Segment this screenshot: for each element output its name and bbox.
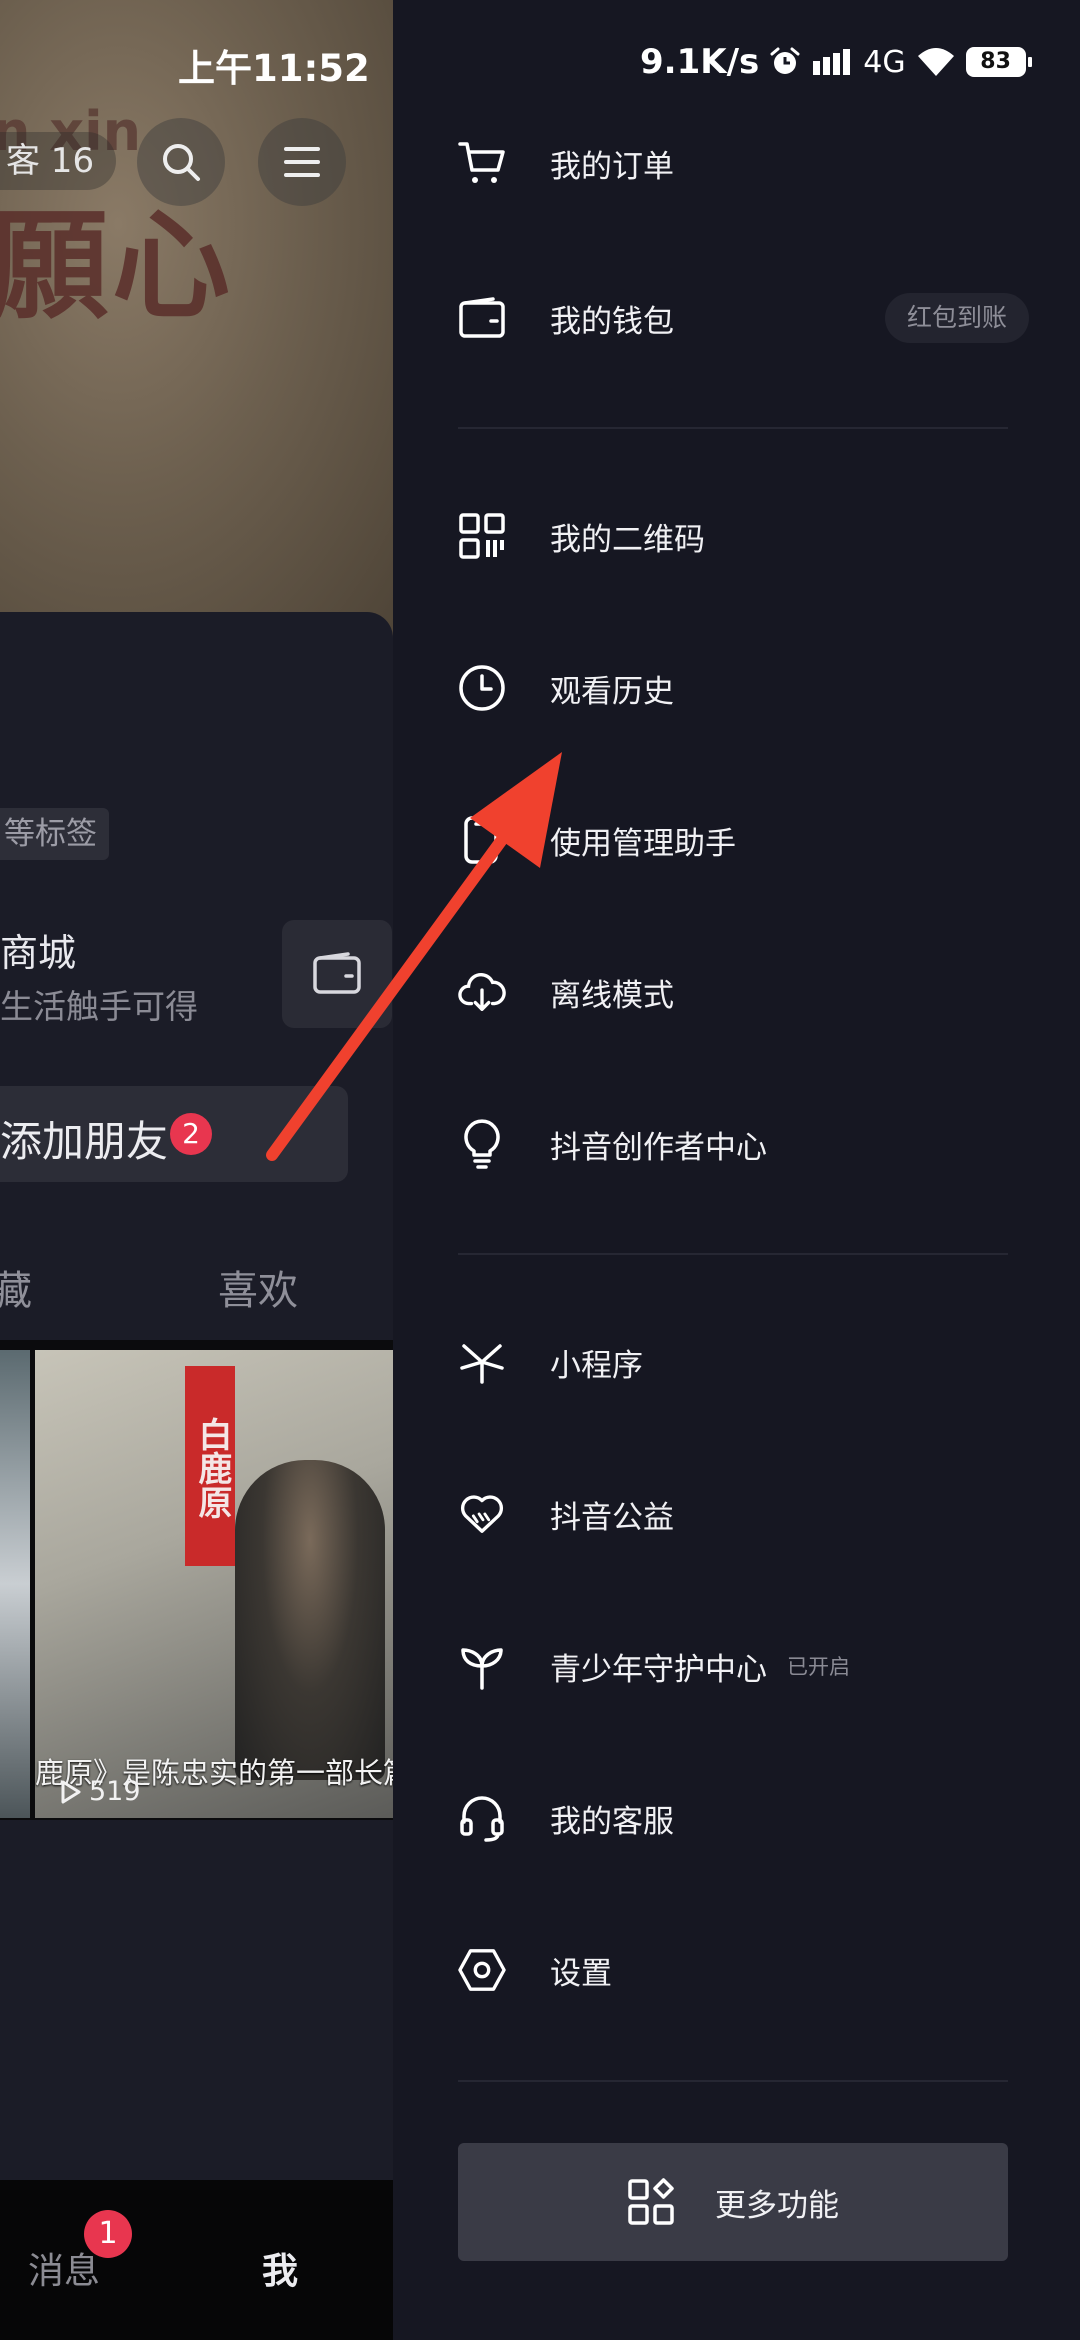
messages-badge: 1	[84, 2210, 132, 2258]
mini-program-icon	[458, 1338, 506, 1386]
wallet-icon	[458, 294, 506, 342]
wifi-icon	[917, 48, 954, 76]
lightbulb-icon	[458, 1119, 506, 1169]
menu-label: 青少年守护中心	[550, 1651, 767, 1688]
menu-label: 设置	[550, 1955, 612, 1992]
add-friend-label: 添加朋友	[0, 1117, 169, 1166]
video-thumbnail[interactable]: 白鹿原 鹿原》是陈忠实的第一部长篇 519	[35, 1350, 393, 1818]
network-type: 4G	[863, 44, 906, 80]
search-button[interactable]	[137, 118, 225, 206]
menu-label: 我的订单	[550, 148, 674, 185]
menu-item-settings[interactable]: 设置	[458, 1920, 1058, 2020]
menu-item-watch-history[interactable]: 观看历史	[458, 638, 1058, 738]
menu-label: 使用管理助手	[550, 825, 736, 862]
qrcode-icon	[458, 512, 506, 560]
play-count: 519	[55, 1776, 141, 1807]
battery-indicator: 83	[965, 47, 1032, 77]
menu-label: 我的二维码	[550, 521, 705, 558]
phone-manager-icon	[458, 816, 506, 864]
nav-me[interactable]: 我	[262, 2242, 298, 2294]
mall-title[interactable]: 商城	[0, 922, 76, 977]
profile-cover-image: n xin 願心 客 16	[0, 0, 393, 640]
cart-icon	[458, 139, 506, 187]
menu-label: 观看历史	[550, 673, 674, 710]
wallet-red-packet-pill[interactable]: 红包到账	[885, 293, 1030, 343]
menu-item-charity[interactable]: 抖音公益	[458, 1464, 1058, 1564]
network-speed: 9.1K/s	[640, 42, 760, 82]
side-drawer: 我的订单 我的钱包 红包到账 我的二维码 观看历史 使用管理助手 离线模式 抖音…	[393, 0, 1080, 2340]
menu-item-youth-protection[interactable]: 青少年守护中心 已开启	[458, 1616, 1058, 1716]
menu-label: 小程序	[550, 1347, 643, 1384]
tab-likes[interactable]: 喜欢	[218, 1258, 298, 1316]
tab-favorites[interactable]: 藏	[0, 1258, 32, 1316]
alarm-icon	[770, 47, 800, 74]
menu-item-mini-programs[interactable]: 小程序	[458, 1312, 1058, 1412]
menu-label: 我的钱包	[550, 303, 674, 340]
status-bar-right: 9.1K/s 4G 83	[640, 38, 1032, 86]
video-thumbnail[interactable]	[0, 1350, 30, 1818]
menu-item-creator-center[interactable]: 抖音创作者中心	[458, 1094, 1058, 1194]
tag-chip[interactable]: 等标签	[0, 808, 109, 860]
heart-hands-icon	[458, 1490, 506, 1538]
signal-icon	[813, 49, 851, 75]
menu-label: 我的客服	[550, 1803, 674, 1840]
play-count-value: 519	[89, 1776, 141, 1807]
grid-apps-icon	[628, 2178, 674, 2225]
add-friend-badge: 2	[170, 1113, 212, 1155]
video-grid: 白鹿原 鹿原》是陈忠实的第一部长篇 519	[0, 1340, 393, 1820]
menu-item-usage-manager[interactable]: 使用管理助手	[458, 790, 1058, 890]
portrait-figure	[235, 1460, 385, 1780]
menu-item-customer-service[interactable]: 我的客服	[458, 1768, 1058, 1868]
cloud-download-icon	[458, 968, 506, 1016]
book-cover-title: 白鹿原	[185, 1366, 235, 1566]
menu-item-orders[interactable]: 我的订单	[458, 113, 1058, 213]
wallet-shortcut[interactable]	[282, 920, 392, 1028]
menu-label: 抖音创作者中心	[550, 1129, 767, 1166]
divider	[458, 427, 1008, 429]
clock-icon	[458, 664, 506, 712]
menu-button[interactable]	[258, 118, 346, 206]
wallet-icon	[313, 952, 361, 994]
hamburger-icon	[284, 147, 320, 177]
menu-label: 抖音公益	[550, 1499, 674, 1536]
menu-item-offline-mode[interactable]: 离线模式	[458, 942, 1058, 1042]
mall-subtitle: 生活触手可得	[0, 987, 198, 1026]
status-time: 上午11:52	[178, 47, 370, 90]
profile-page-background: n xin 願心 客 16 等标签 商城 生活触手可得 添加朋友 2 藏 喜欢 …	[0, 0, 393, 2340]
add-friend-button[interactable]: 添加朋友 2	[0, 1086, 348, 1182]
more-features-label: 更多功能	[715, 2187, 839, 2224]
divider	[458, 1253, 1008, 1255]
more-features-button[interactable]: 更多功能	[458, 2143, 1008, 2261]
visitor-count-pill[interactable]: 客 16	[0, 132, 117, 190]
bottom-nav: 消息 1 我	[0, 2180, 393, 2340]
menu-label: 离线模式	[550, 977, 674, 1014]
hexagon-settings-icon	[458, 1946, 506, 1994]
headset-icon	[458, 1794, 506, 1842]
divider	[458, 2080, 1008, 2082]
menu-item-qrcode[interactable]: 我的二维码	[458, 486, 1058, 586]
play-icon	[61, 1780, 81, 1803]
youth-mode-status: 已开启	[787, 1655, 850, 1679]
search-icon	[163, 144, 200, 181]
sprout-icon	[458, 1642, 506, 1690]
